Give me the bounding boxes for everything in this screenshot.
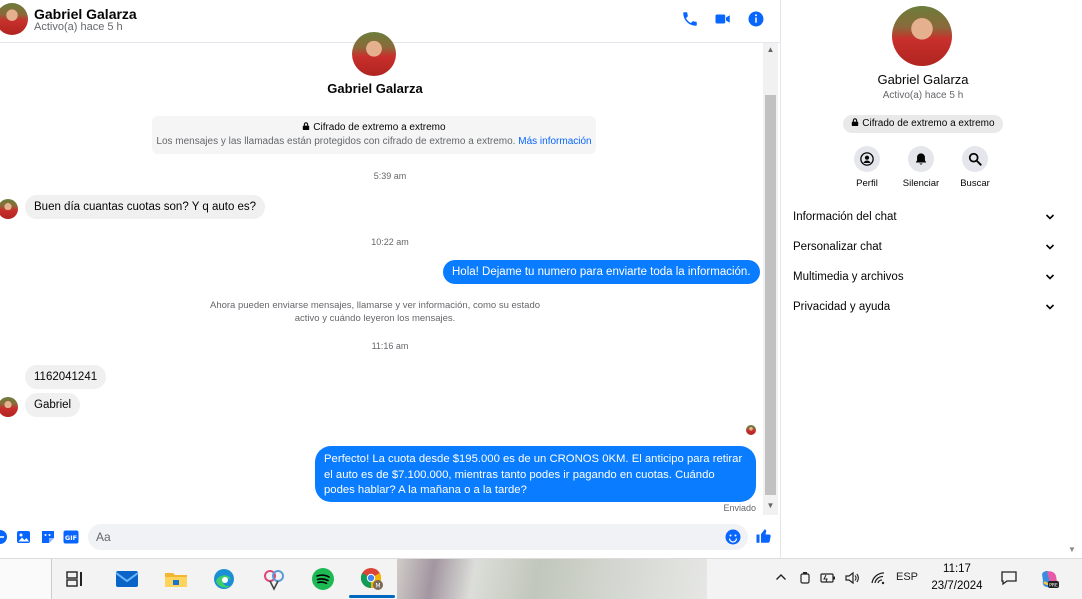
chevron-down-icon (1045, 274, 1055, 280)
profile-action[interactable]: Perfil (837, 146, 897, 189)
photo-icon[interactable] (16, 529, 32, 545)
search-action[interactable]: Buscar (945, 146, 1005, 189)
taskbar-wallpaper-strip (397, 559, 707, 599)
usb-device-icon[interactable] (798, 571, 812, 588)
battery-icon[interactable] (820, 571, 836, 588)
conversation-avatar (352, 32, 396, 76)
spotify-icon[interactable] (304, 562, 342, 596)
lock-icon (303, 122, 310, 130)
details-contact-name: Gabriel Galarza (877, 72, 969, 87)
details-e2e-badge[interactable]: Cifrado de extremo a extremo (843, 115, 1003, 133)
outgoing-message[interactable]: Perfecto! La cuota desde $195.000 es de … (315, 446, 756, 502)
incoming-message[interactable]: 1162041241 (25, 365, 107, 389)
more-actions-icon[interactable] (0, 529, 8, 545)
chevron-down-icon (1045, 244, 1055, 250)
outgoing-message[interactable]: Hola! Dejame tu numero para enviarte tod… (443, 260, 760, 284)
header-contact-status: Activo(a) hace 5 h (34, 21, 123, 33)
header-contact-name[interactable]: Gabriel Galarza (34, 6, 137, 22)
timestamp: 11:16 am (371, 341, 409, 351)
clock-time[interactable]: 11:17 (930, 563, 984, 575)
profile-icon (860, 152, 874, 166)
section-privacy-help[interactable]: Privacidad y ayuda (793, 296, 1055, 318)
section-customize-chat[interactable]: Personalizar chat (793, 236, 1055, 258)
more-info-link[interactable]: Más información (518, 136, 591, 147)
e2e-notice-title: Cifrado de extremo a extremo (152, 122, 596, 133)
e2e-notice-description: Los mensajes y las llamadas están proteg… (156, 136, 592, 147)
volume-icon[interactable] (844, 571, 860, 588)
emoji-icon[interactable] (725, 529, 741, 545)
details-avatar[interactable] (892, 6, 952, 66)
task-view-icon[interactable] (56, 562, 94, 596)
svg-text:GIF: GIF (65, 534, 77, 542)
chrome-browser-icon[interactable]: M (353, 562, 391, 596)
mail-app-icon[interactable] (108, 562, 146, 596)
taskbar-search-area[interactable] (0, 559, 52, 599)
video-call-icon[interactable] (714, 10, 734, 30)
timestamp: 10:22 am (371, 237, 409, 247)
active-app-indicator (349, 595, 395, 598)
conversation-contact-name: Gabriel Galarza (327, 81, 423, 96)
incoming-message[interactable]: Gabriel (25, 393, 81, 417)
details-contact-status: Activo(a) hace 5 h (882, 90, 964, 101)
edge-browser-icon[interactable] (205, 562, 243, 596)
section-chat-info[interactable]: Información del chat (793, 206, 1055, 228)
file-explorer-icon[interactable] (157, 562, 195, 596)
mute-action[interactable]: Silenciar (891, 146, 951, 189)
show-hidden-icons-chevron-icon[interactable] (775, 571, 787, 586)
timestamp: 5:39 am (373, 171, 407, 181)
svg-text:PRE: PRE (1049, 582, 1058, 588)
wifi-icon[interactable] (870, 571, 886, 588)
search-icon (968, 152, 982, 166)
section-media-files[interactable]: Multimedia y archivos (793, 266, 1055, 288)
message-avatar[interactable] (0, 397, 18, 417)
info-icon[interactable] (747, 10, 767, 30)
svg-text:M: M (375, 583, 380, 590)
incoming-message[interactable]: Buen día cuantas cuotas son? Y q auto es… (25, 195, 266, 219)
e2e-notice: Cifrado de extremo a extremo Los mensaje… (152, 116, 596, 154)
bell-icon (915, 153, 927, 165)
seen-indicator-avatar (746, 425, 756, 435)
input-language[interactable]: ESP (896, 571, 918, 583)
thumbs-up-icon[interactable] (755, 527, 773, 545)
sticker-icon[interactable] (40, 529, 56, 545)
gif-icon[interactable]: GIF (63, 529, 79, 545)
notifications-icon[interactable] (1000, 569, 1018, 590)
clock-date[interactable]: 23/7/2024 (924, 580, 990, 592)
privacy-info-note: Ahora pueden enviarse mensajes, llamarse… (209, 300, 541, 324)
message-input[interactable] (88, 524, 748, 550)
phone-call-icon[interactable] (681, 10, 701, 30)
message-status: Enviado (723, 503, 756, 513)
scroll-up-arrow[interactable]: ▲ (763, 44, 778, 56)
chat-scroll-thumb[interactable] (765, 95, 776, 495)
message-avatar[interactable] (0, 199, 18, 219)
snipping-tool-icon[interactable] (255, 562, 293, 596)
scroll-down-arrow[interactable]: ▼ (763, 500, 778, 512)
copilot-icon[interactable]: PRE (1038, 568, 1060, 593)
panel-scroll-down-arrow[interactable]: ▼ (1068, 545, 1076, 554)
chevron-down-icon (1045, 214, 1055, 220)
lock-icon (852, 118, 859, 126)
chevron-down-icon (1045, 304, 1055, 310)
